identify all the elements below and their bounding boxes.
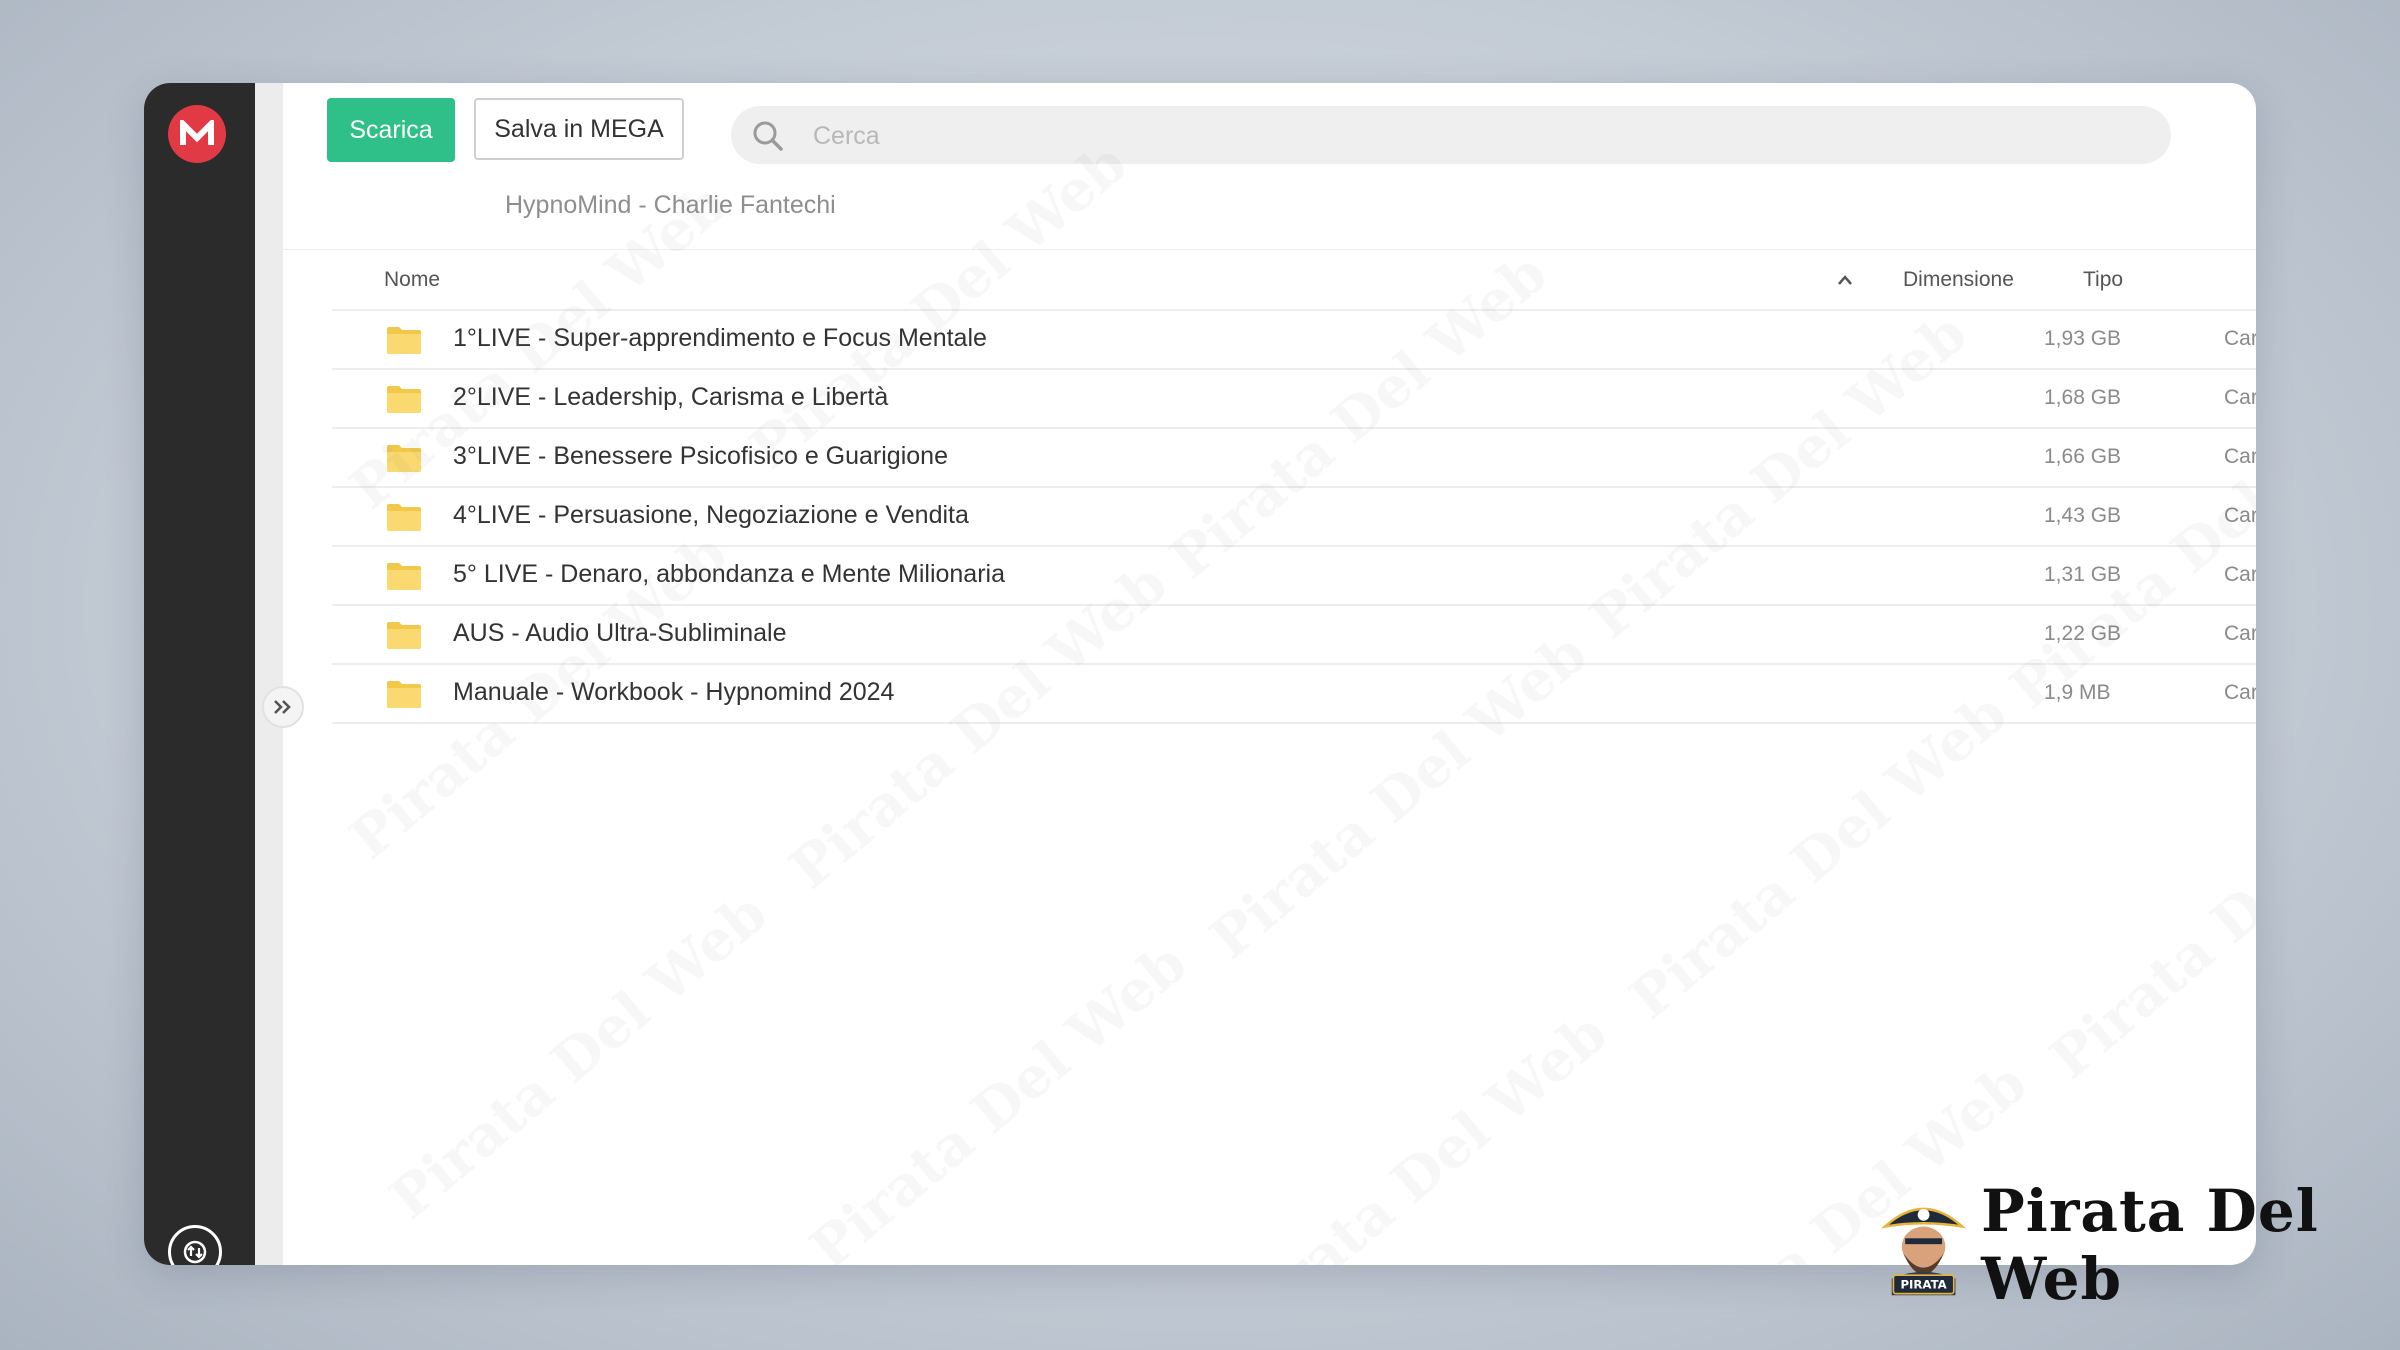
folder-icon [386, 325, 422, 360]
folder-icon [386, 502, 422, 537]
brand-badge: PIRATA [1900, 1278, 1947, 1292]
watermark: Pirata Del Web [797, 930, 1200, 1265]
row-size: 1,43 GB [2044, 504, 2122, 527]
folder-icon [386, 620, 422, 655]
folder-icon [386, 443, 422, 478]
breadcrumb[interactable]: HypnoMind - Charlie Fantechi [505, 191, 836, 220]
row-size: 1,66 GB [2044, 445, 2122, 468]
pirate-mascot-icon: PIRATA [1880, 1207, 1967, 1296]
download-button[interactable]: Scarica [327, 98, 455, 162]
row-type: Cartella [2224, 445, 2256, 468]
row-name: 3°LIVE - Benessere Psicofisico e Guarigi… [453, 442, 948, 470]
folder-icon [386, 384, 422, 419]
row-size: 1,31 GB [2044, 563, 2122, 586]
row-size: 1,9 MB [2044, 681, 2111, 704]
sidebar-rail [144, 83, 255, 1265]
row-type: Cartella [2224, 681, 2256, 704]
table-row[interactable]: 5° LIVE - Denaro, abbondanza e Mente Mil… [332, 547, 2256, 606]
mega-window: Scarica Salva in MEGA HypnoMind - Charli… [144, 83, 2256, 1265]
table-row[interactable]: Manuale - Workbook - Hypnomind 2024 1,9 … [332, 665, 2256, 724]
brand-name: Pirata Del Web [1981, 1177, 2319, 1313]
column-header-type[interactable]: Tipo [2083, 268, 2123, 292]
row-name: 5° LIVE - Denaro, abbondanza e Mente Mil… [453, 560, 1005, 588]
column-header-size[interactable]: Dimensione [1903, 268, 2014, 292]
search-bar[interactable] [731, 106, 2171, 164]
watermark: Pirata Del Web [1617, 680, 2020, 1032]
row-name: 4°LIVE - Persuasione, Negoziazione e Ven… [453, 501, 969, 529]
save-to-mega-button[interactable]: Salva in MEGA [474, 98, 684, 160]
transfer-icon[interactable] [168, 1225, 222, 1265]
column-header-name[interactable]: Nome [384, 268, 440, 292]
row-type: Cartella [2224, 327, 2256, 350]
file-list: 1°LIVE - Super-apprendimento e Focus Men… [332, 311, 2256, 724]
sidebar-gap [255, 83, 283, 1265]
search-icon [751, 119, 785, 158]
row-size: 1,22 GB [2044, 622, 2122, 645]
row-size: 1,68 GB [2044, 386, 2122, 409]
table-row[interactable]: 3°LIVE - Benessere Psicofisico e Guarigi… [332, 429, 2256, 488]
watermark: Pirata Del Web [2037, 740, 2256, 1092]
table-row[interactable]: 1°LIVE - Super-apprendimento e Focus Men… [332, 311, 2256, 370]
search-input[interactable] [811, 114, 2115, 158]
row-name: Manuale - Workbook - Hypnomind 2024 [453, 678, 895, 706]
table-row[interactable]: AUS - Audio Ultra-Subliminale 1,22 GB Ca… [332, 606, 2256, 665]
row-type: Cartella [2224, 622, 2256, 645]
table-row[interactable]: 4°LIVE - Persuasione, Negoziazione e Ven… [332, 488, 2256, 547]
double-chevron-right-icon[interactable] [262, 686, 304, 728]
row-name: AUS - Audio Ultra-Subliminale [453, 619, 787, 647]
folder-icon [386, 561, 422, 596]
folder-icon [386, 679, 422, 714]
row-name: 2°LIVE - Leadership, Carisma e Libertà [453, 383, 889, 411]
row-name: 1°LIVE - Super-apprendimento e Focus Men… [453, 324, 987, 352]
brand-logo: PIRATA Pirata Del Web [1880, 1177, 2400, 1313]
row-type: Cartella [2224, 386, 2256, 409]
row-size: 1,93 GB [2044, 327, 2122, 350]
divider [283, 249, 2256, 250]
table-row[interactable]: 2°LIVE - Leadership, Carisma e Libertà 1… [332, 370, 2256, 429]
watermark: Pirata Del Web [1217, 1000, 1620, 1265]
watermark: Pirata Del Web [377, 880, 780, 1232]
mega-logo-icon[interactable] [168, 105, 226, 163]
row-type: Cartella [2224, 504, 2256, 527]
chevron-up-icon[interactable] [1836, 273, 1854, 291]
row-type: Cartella [2224, 563, 2256, 586]
